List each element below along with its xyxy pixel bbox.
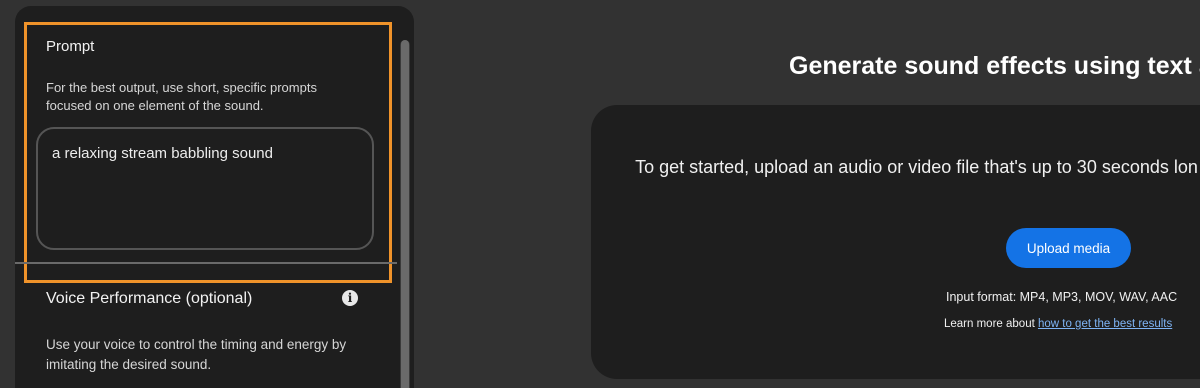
learn-more-text: Learn more about how to get the best res… [944,318,1172,330]
best-results-link[interactable]: how to get the best results [1038,318,1172,330]
page-heading: Generate sound effects using text ar [789,52,1200,80]
learn-more-prefix: Learn more about [944,318,1038,330]
input-format-text: Input format: MP4, MP3, MOV, WAV, AAC [946,290,1178,304]
prompt-input[interactable] [36,127,374,250]
section-divider [15,262,397,264]
upload-intro-text: To get started, upload an audio or video… [635,157,1200,177]
prompt-title: Prompt [46,38,95,55]
info-icon[interactable]: i [342,290,358,306]
app-root: Prompt For the best output, use short, s… [0,0,1200,388]
upload-media-button[interactable]: Upload media [1006,228,1131,268]
prompt-help-text: For the best output, use short, specific… [46,80,317,113]
voice-performance-title: Voice Performance (optional) [46,290,253,307]
panel-scrollbar-thumb[interactable] [401,40,409,388]
voice-performance-help-text: Use your voice to control the timing and… [46,337,347,372]
